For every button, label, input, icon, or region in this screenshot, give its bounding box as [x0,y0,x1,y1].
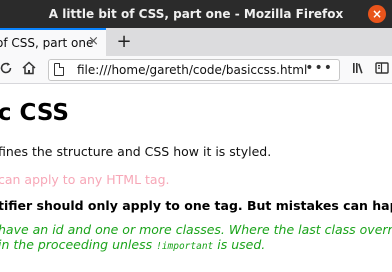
override-text-post: is used. [213,237,266,252]
page-info-icon[interactable] [54,63,64,76]
paragraph-override-line1: have an id and one or more classes. Wher… [0,222,392,237]
paragraph-override: have an id and one or more classes. Wher… [0,222,392,254]
paragraph-id: tifier should only apply to one tag. But… [0,198,392,213]
url-bar[interactable]: file:///home/gareth/code/basiccss.html •… [48,59,340,81]
paragraph-override-line2: in the proceeding unless !important is u… [0,237,392,254]
tab-close-button[interactable]: × [88,34,102,50]
new-tab-button[interactable]: + [113,28,135,56]
important-code: !important [156,241,214,252]
window-titlebar[interactable]: A little bit of CSS, part one - Mozilla … [0,0,392,28]
page-actions-button[interactable]: ••• [305,60,333,76]
sidebar-icon[interactable] [372,60,392,80]
tab-strip: of CSS, part one × + [0,28,392,56]
page-heading: ic CSS [0,100,69,126]
home-icon[interactable] [19,60,39,80]
override-text-pre: in the proceeding unless [0,237,157,252]
paragraph-class: can apply to any HTML tag. [0,172,170,187]
tab-label: of CSS, part one [0,36,94,50]
page-content: ic CSS fines the structure and CSS how i… [0,84,392,272]
window-close-button[interactable]: × [368,5,386,23]
paragraph-structure: fines the structure and CSS how it is st… [0,144,272,159]
reload-icon[interactable] [0,60,16,80]
window-title: A little bit of CSS, part one - Mozilla … [48,7,344,21]
url-text[interactable]: file:///home/gareth/code/basiccss.html [77,63,307,77]
navigation-toolbar: file:///home/gareth/code/basiccss.html •… [0,56,392,84]
tab-active[interactable]: of CSS, part one × [0,28,106,56]
library-icon[interactable] [349,60,369,80]
